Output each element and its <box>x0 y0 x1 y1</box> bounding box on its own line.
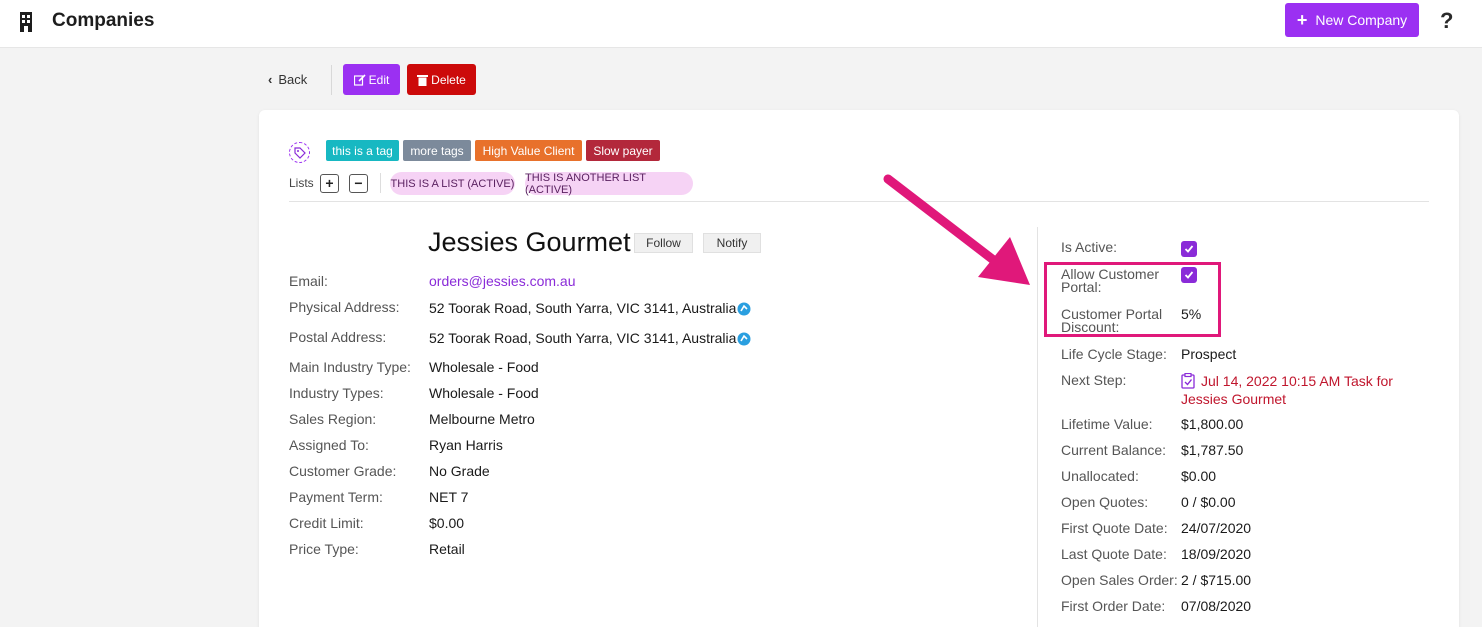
map-pin-icon[interactable] <box>737 302 751 316</box>
building-icon <box>20 12 32 32</box>
remove-list-button[interactable]: − <box>349 174 368 193</box>
detail-label-price-type: Price Type: <box>289 541 359 557</box>
detail-label-postal-address: Postal Address: <box>289 329 387 345</box>
top-header: Companies + New Company ? <box>0 0 1482 48</box>
current-balance-value: $1,787.50 <box>1181 442 1244 458</box>
open-sales-order-value: 2 / $715.00 <box>1181 572 1252 588</box>
add-list-button[interactable]: + <box>320 174 339 193</box>
annotation-highlight-box <box>1044 262 1221 337</box>
lists-divider <box>380 173 381 193</box>
section-divider <box>289 201 1429 202</box>
edit-icon <box>353 73 366 86</box>
new-company-label: New Company <box>1315 12 1408 28</box>
unallocated-value: $0.00 <box>1181 468 1217 484</box>
delete-label: Delete <box>431 72 466 87</box>
first-quote-date-value: 24/07/2020 <box>1181 520 1252 536</box>
detail-label-assigned-to: Assigned To: <box>289 437 369 453</box>
next-step-link[interactable]: Jul 14, 2022 10:15 AM Task for Jessies G… <box>1181 372 1411 408</box>
current-balance-label: Current Balance: <box>1061 442 1167 458</box>
notify-button[interactable]: Notify <box>703 233 761 253</box>
sales-region-value: Melbourne Metro <box>429 411 535 427</box>
company-name: Jessies Gourmet <box>428 227 631 257</box>
edit-button[interactable]: Edit <box>343 64 400 95</box>
is-active-checkbox[interactable] <box>1181 241 1197 257</box>
lifetime-value-label: Lifetime Value: <box>1061 416 1153 432</box>
first-quote-date-label: First Quote Date: <box>1061 520 1168 536</box>
task-icon <box>1181 373 1195 389</box>
credit-limit-value: $0.00 <box>429 515 465 531</box>
trash-icon <box>417 74 429 86</box>
detail-label-email: Email: <box>289 273 328 289</box>
life-cycle-label: Life Cycle Stage: <box>1061 346 1167 362</box>
first-order-date-value: 07/08/2020 <box>1181 598 1252 614</box>
tag-high-value-client[interactable]: High Value Client <box>475 140 582 161</box>
map-pin-icon[interactable] <box>737 332 751 346</box>
tag-this-is-a-tag[interactable]: this is a tag <box>326 140 399 161</box>
physical-address-value: 52 Toorak Road, South Yarra, VIC 3141, A… <box>429 300 737 316</box>
open-quotes-label: Open Quotes: <box>1061 494 1149 510</box>
first-order-date-label: First Order Date: <box>1061 598 1166 614</box>
lists-label: Lists <box>289 176 314 190</box>
page-title: Companies <box>52 10 155 31</box>
last-quote-date-label: Last Quote Date: <box>1061 546 1167 562</box>
price-type-value: Retail <box>429 541 465 557</box>
detail-label-credit-limit: Credit Limit: <box>289 515 364 531</box>
delete-button[interactable]: Delete <box>407 64 476 95</box>
lifetime-value: $1,800.00 <box>1181 416 1244 432</box>
industry-types-value: Wholesale - Food <box>429 385 539 401</box>
list-pill[interactable]: THIS IS ANOTHER LIST (ACTIVE) <box>525 172 693 196</box>
check-icon <box>1184 245 1194 253</box>
chevron-left-icon: ‹ <box>268 72 273 87</box>
help-icon[interactable]: ? <box>1440 8 1453 34</box>
toolbar-divider <box>331 65 332 95</box>
back-button[interactable]: ‹ Back <box>268 72 307 87</box>
next-step-text: Jul 14, 2022 10:15 AM Task for Jessies G… <box>1181 373 1393 407</box>
detail-label-main-industry: Main Industry Type: <box>289 359 411 375</box>
next-step-label: Next Step: <box>1061 372 1127 388</box>
assigned-to-value: Ryan Harris <box>429 437 503 453</box>
detail-label-industry-types: Industry Types: <box>289 385 384 401</box>
follow-button[interactable]: Follow <box>634 233 693 253</box>
main-industry-value: Wholesale - Food <box>429 359 539 375</box>
detail-label-physical-address: Physical Address: <box>289 299 400 315</box>
postal-address-value: 52 Toorak Road, South Yarra, VIC 3141, A… <box>429 330 737 346</box>
open-sales-order-label: Open Sales Order: <box>1061 572 1178 588</box>
plus-icon: + <box>1296 10 1308 30</box>
back-label: Back <box>278 72 308 87</box>
payment-term-value: NET 7 <box>429 489 469 505</box>
last-quote-date-value: 18/09/2020 <box>1181 546 1252 562</box>
detail-label-sales-region: Sales Region: <box>289 411 377 427</box>
tag-slow-payer[interactable]: Slow payer <box>586 140 660 161</box>
annotation-arrow <box>883 174 1030 285</box>
customer-grade-value: No Grade <box>429 463 490 479</box>
list-pill[interactable]: THIS IS A LIST (ACTIVE) <box>390 172 515 195</box>
detail-label-payment-term: Payment Term: <box>289 489 383 505</box>
email-link[interactable]: orders@jessies.com.au <box>429 273 576 289</box>
edit-label: Edit <box>368 72 390 87</box>
unallocated-label: Unallocated: <box>1061 468 1139 484</box>
open-quotes-value: 0 / $0.00 <box>1181 494 1236 510</box>
life-cycle-value: Prospect <box>1181 346 1237 362</box>
new-company-button[interactable]: + New Company <box>1285 3 1419 37</box>
detail-label-customer-grade: Customer Grade: <box>289 463 397 479</box>
tag-more-tags[interactable]: more tags <box>403 140 471 161</box>
is-active-label: Is Active: <box>1061 239 1118 255</box>
tag-icon[interactable] <box>289 142 310 163</box>
